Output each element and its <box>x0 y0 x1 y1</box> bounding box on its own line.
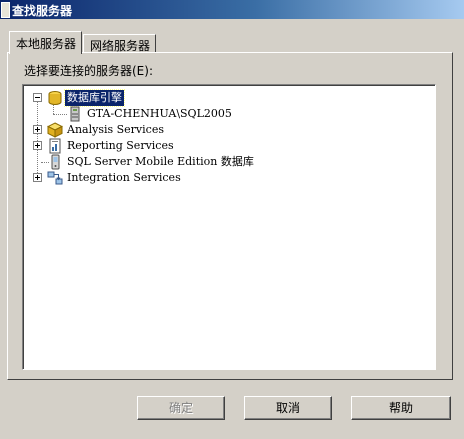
server-tree[interactable]: 数据库引擎 GTA-CHENHUA\SQL2005 Analysis Servi… <box>22 84 436 370</box>
tree-node-integration-services[interactable]: Integration Services <box>23 170 423 186</box>
mobile-database-icon <box>51 154 60 170</box>
collapse-icon[interactable] <box>33 93 42 102</box>
tab-local-servers[interactable]: 本地服务器 <box>9 31 82 54</box>
tree-node-label: SQL Server Mobile Edition 数据库 <box>67 155 254 168</box>
tree-node-analysis-services[interactable]: Analysis Services <box>23 122 423 138</box>
tab-network-servers[interactable]: 网络服务器 <box>83 34 156 53</box>
tree-node-database-engine[interactable]: 数据库引擎 <box>23 89 423 107</box>
ok-button[interactable]: 确定 <box>137 396 225 420</box>
tree-node-label: Reporting Services <box>67 139 174 152</box>
title-bar[interactable]: 查找服务器 <box>0 0 464 19</box>
tree-node-label: Integration Services <box>67 171 181 184</box>
expand-icon[interactable] <box>33 173 42 182</box>
reporting-services-icon <box>49 138 61 154</box>
tree-node-mobile-edition[interactable]: SQL Server Mobile Edition 数据库 <box>23 154 423 170</box>
server-select-label: 选择要连接的服务器(E): <box>24 64 153 78</box>
tree-node-label: Analysis Services <box>67 123 164 136</box>
database-engine-icon <box>48 91 62 105</box>
integration-services-icon <box>47 171 63 185</box>
window-title: 查找服务器 <box>12 4 73 18</box>
cancel-button[interactable]: 取消 <box>244 396 332 420</box>
window-icon <box>1 2 10 18</box>
tree-node-reporting-services[interactable]: Reporting Services <box>23 138 423 154</box>
server-icon <box>70 106 80 122</box>
help-button[interactable]: 帮助 <box>351 396 451 420</box>
tree-node-label: GTA-CHENHUA\SQL2005 <box>87 107 232 120</box>
expand-icon[interactable] <box>33 141 42 150</box>
tree-node-label: 数据库引擎 <box>64 89 125 107</box>
expand-icon[interactable] <box>33 125 42 134</box>
tree-node-server[interactable]: GTA-CHENHUA\SQL2005 <box>23 106 423 122</box>
analysis-services-icon <box>47 122 63 138</box>
